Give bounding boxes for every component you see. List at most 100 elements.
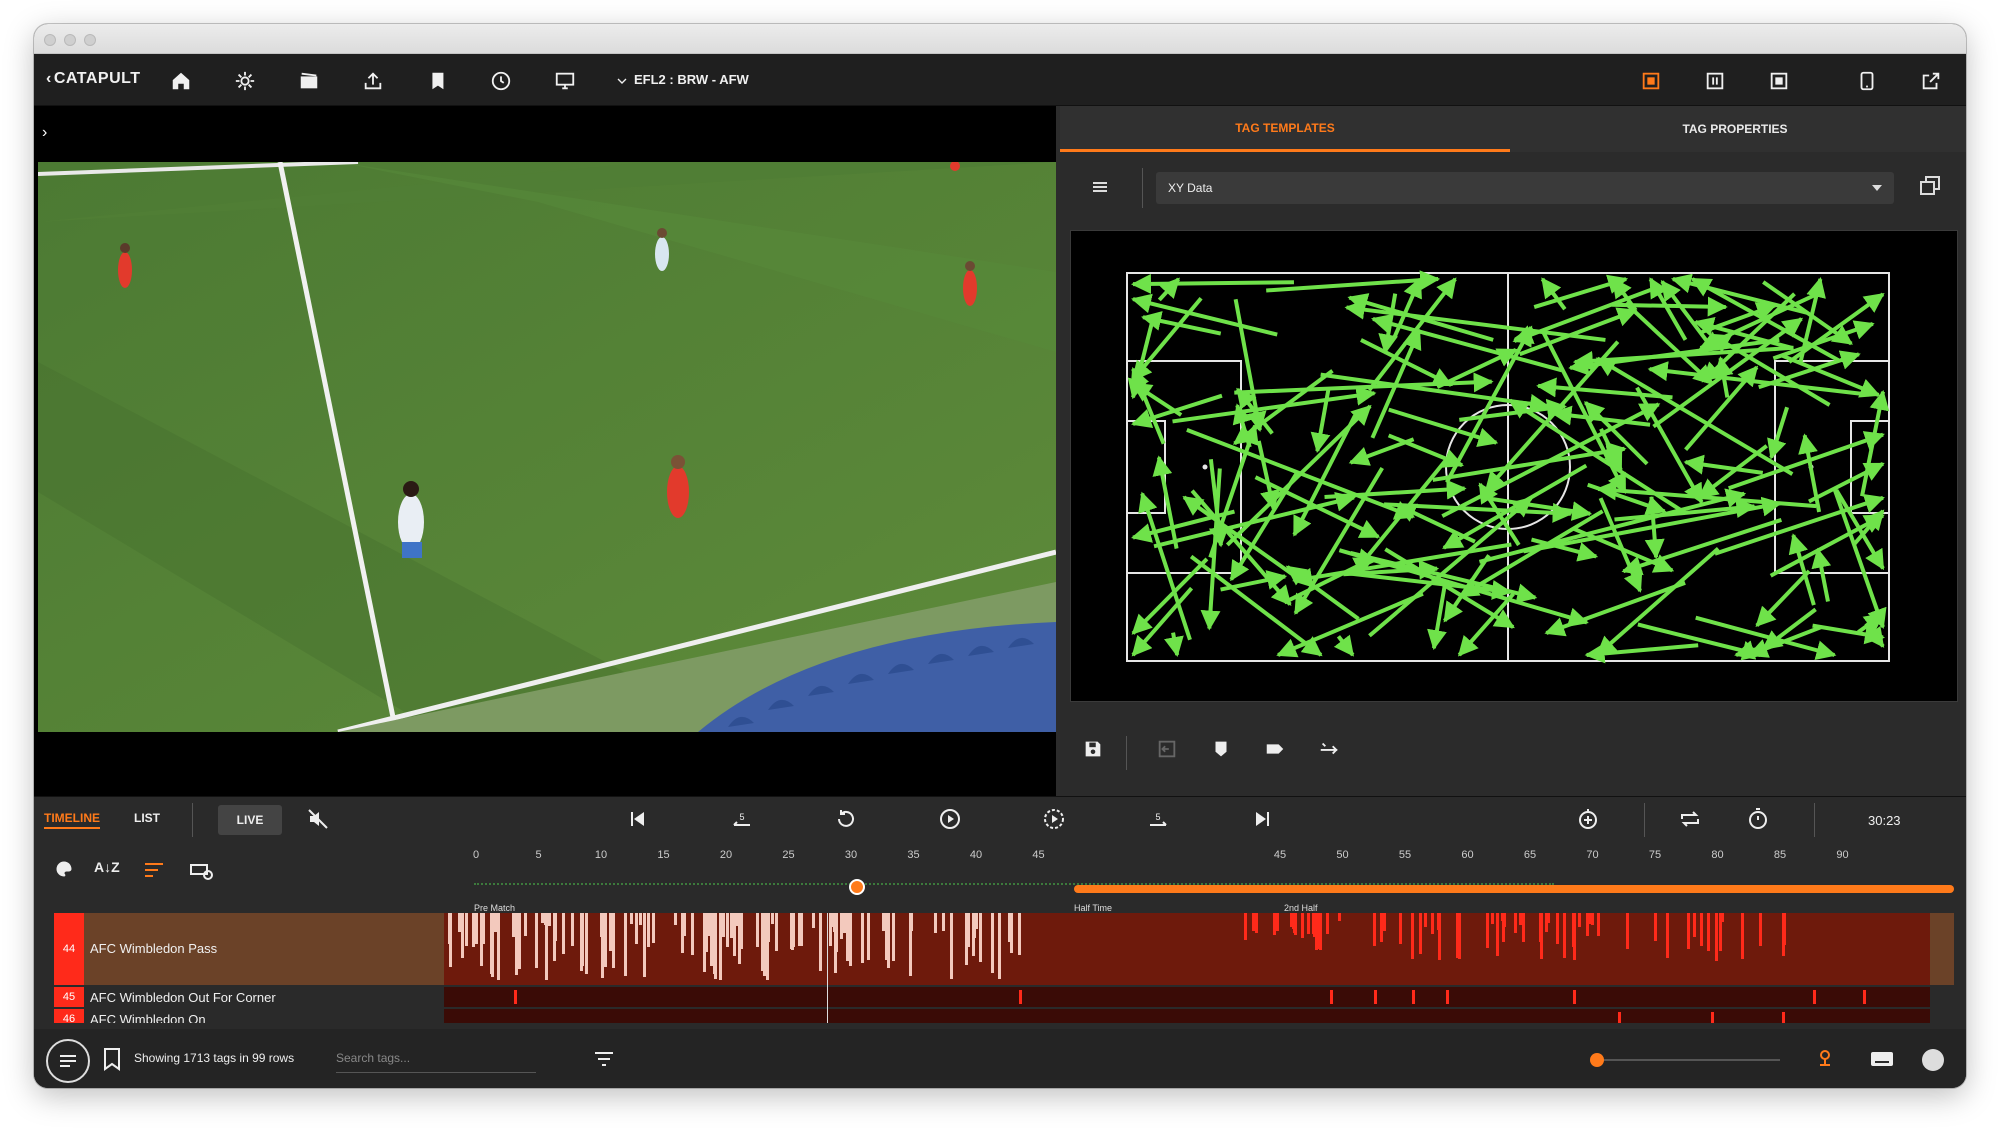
slow-motion-icon[interactable] [1042,807,1068,833]
chevron-down-icon[interactable] [614,68,630,94]
playhead-knob[interactable] [849,879,866,895]
event-mark [1700,913,1704,946]
match-title[interactable]: EFL2 : BRW - AFW [634,72,749,87]
bookmark-icon[interactable] [102,1047,122,1071]
tick-label: 10 [594,849,608,861]
match-video[interactable] [38,162,1056,732]
video-panel: › [34,106,1056,796]
table-row[interactable]: 46 AFC Wimbledon On [54,1009,1954,1023]
event-mark [975,913,979,930]
event-mark [682,913,686,936]
forward-5-icon[interactable]: 5 [1146,807,1172,833]
event-mark [1741,913,1745,935]
row-settings-icon[interactable] [190,861,216,881]
tick-label: 75 [1648,849,1662,861]
layout-single-icon[interactable] [1638,68,1664,94]
sort-alpha-icon[interactable]: A↓Z [94,859,120,875]
tab-timeline[interactable]: TIMELINE [44,811,100,829]
event-mark [818,913,822,972]
shield-icon[interactable] [1210,738,1236,764]
pass-arrow [1788,533,1816,606]
pass-arrow [1182,495,1302,582]
event-mark [719,913,723,981]
event-mark [1486,913,1490,948]
search-tags-input[interactable]: Search tags... [336,1051,536,1073]
event-mark [1326,913,1330,935]
event-mark [1412,990,1415,1004]
tick-label: 35 [907,849,920,861]
event-mark [908,913,912,977]
play-icon[interactable] [938,807,964,833]
list-menu-icon[interactable] [46,1039,90,1083]
pass-arrow [1767,406,1790,460]
stopwatch-icon[interactable] [1746,807,1772,833]
tick-label: 90 [1836,849,1849,861]
skip-end-icon[interactable] [1250,807,1276,833]
camera-icon[interactable] [296,68,322,94]
replay-icon[interactable] [834,807,860,833]
add-marker-icon[interactable] [1576,807,1602,833]
pass-arrow [1355,458,1448,571]
layout-split-icon[interactable] [1702,68,1728,94]
bookmark-icon[interactable] [424,68,450,94]
home-icon[interactable] [168,68,194,94]
pitch-graphic [1126,270,1890,664]
sign-in-icon[interactable] [1156,738,1182,764]
row-lane[interactable] [444,913,1930,985]
event-mark [581,913,585,966]
save-icon[interactable] [1082,738,1108,764]
event-mark [1446,990,1449,1004]
merge-icon[interactable] [1318,738,1344,764]
template-select[interactable]: XY Data [1156,172,1894,204]
tablet-icon[interactable] [1854,68,1880,94]
skip-start-icon[interactable] [626,807,652,833]
tick-label: 70 [1586,849,1599,861]
clock-icon[interactable] [488,68,514,94]
tag-icon[interactable] [1264,738,1290,764]
table-row[interactable]: 45 AFC Wimbledon Out For Corner [54,987,1954,1007]
phase-half-time: Half Time [1074,903,1113,913]
status-indicator[interactable] [1922,1049,1944,1071]
filter-icon[interactable] [594,1051,614,1069]
mute-icon[interactable] [306,807,332,833]
game-clock: 30:23 [1868,813,1901,828]
monitor-icon[interactable] [552,68,578,94]
zoom-window-button[interactable] [84,34,96,46]
palette-icon[interactable] [54,859,76,881]
live-button[interactable]: LIVE [218,805,282,835]
row-lane[interactable] [444,1009,1930,1023]
back-logo-button[interactable]: ‹ CATAPULT [46,70,140,88]
close-window-button[interactable] [44,34,56,46]
popout-window-icon[interactable] [1918,174,1944,200]
tab-tag-templates[interactable]: TAG TEMPLATES [1060,106,1510,152]
time-ruler[interactable]: 0 5 10 15 20 25 30 35 40 45 45 50 55 60 65 70 75 80 85 90 … [444,849,1954,913]
event-mark [1337,913,1341,922]
event-mark [1382,913,1386,931]
minimize-window-button[interactable] [64,34,76,46]
zoom-slider-knob[interactable] [1590,1053,1604,1067]
zoom-slider[interactable] [1594,1059,1780,1061]
event-mark [1686,913,1690,950]
event-mark [464,913,468,946]
xy-data-pitch[interactable] [1070,230,1958,702]
gear-icon[interactable] [232,68,258,94]
title-bar [34,24,1966,54]
event-mark [891,913,895,961]
table-row[interactable]: 44 AFC Wimbledon Pass [54,913,1954,985]
menu-icon[interactable] [1092,178,1108,196]
upload-icon[interactable] [360,68,386,94]
layout-grid-icon[interactable] [1766,68,1792,94]
keyboard-icon[interactable] [1870,1051,1894,1069]
chevron-right-icon[interactable]: › [42,124,47,142]
sort-lines-icon[interactable] [144,861,166,881]
tab-tag-properties[interactable]: TAG PROPERTIES [1510,106,1960,152]
external-link-icon[interactable] [1918,68,1944,94]
event-mark [1813,990,1816,1004]
loop-icon[interactable] [1678,807,1704,833]
tab-list[interactable]: LIST [134,811,160,825]
row-lane[interactable] [444,987,1930,1007]
location-pin-icon[interactable] [1814,1047,1836,1069]
rewind-5-icon[interactable]: 5 [730,807,756,833]
event-mark [1863,990,1866,1004]
separator [1126,736,1127,770]
